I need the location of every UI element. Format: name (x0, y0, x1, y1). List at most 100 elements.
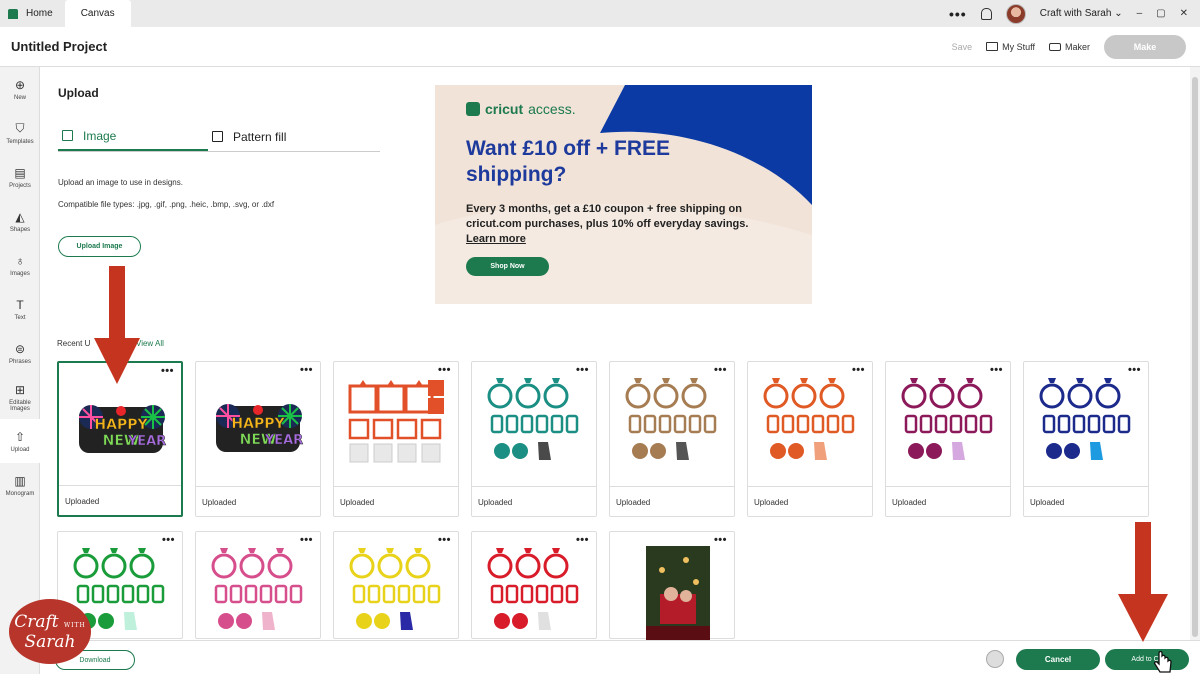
panel-scrollbar[interactable] (1190, 67, 1200, 640)
card-more-icon[interactable]: ••• (576, 534, 589, 546)
user-menu[interactable]: Craft with Sarah ⌄ (1040, 8, 1123, 19)
upload-card[interactable]: ••• Uploaded (333, 361, 459, 517)
upload-card[interactable]: ••• (609, 531, 735, 640)
svg-text:HAPPY: HAPPY (231, 416, 285, 432)
sidebar-item-label: Shapes (9, 226, 31, 233)
sidebar-item-new[interactable]: ⊕ New (0, 67, 40, 111)
sidebar-item-text[interactable]: T Text (0, 287, 40, 331)
machine-icon (1048, 42, 1061, 51)
logo-with: WITH (64, 621, 86, 629)
maximize-button[interactable]: ▢ (1156, 8, 1165, 19)
sidebar-item-shapes[interactable]: ◭ Shapes (0, 199, 40, 243)
minimize-button[interactable]: – (1137, 8, 1143, 19)
sidebar-item-projects[interactable]: ▤ Projects (0, 155, 40, 199)
upload-description: Upload an image to use in designs. (58, 178, 183, 187)
upload-card[interactable]: ••• (471, 531, 597, 639)
card-more-icon[interactable]: ••• (300, 364, 313, 376)
upload-card[interactable]: ••• (333, 531, 459, 639)
upload-card[interactable]: ••• Uploaded (885, 361, 1011, 517)
card-more-icon[interactable]: ••• (852, 364, 865, 376)
card-more-icon[interactable]: ••• (576, 364, 589, 376)
learn-more-link[interactable]: Learn more (466, 233, 526, 245)
card-thumbnail (211, 548, 303, 630)
sidebar-item-upload[interactable]: ⇧ Upload (0, 419, 40, 463)
card-thumbnail (1039, 378, 1131, 460)
tab-pattern-label: Pattern fill (233, 129, 287, 144)
card-thumbnail (487, 378, 579, 460)
card-label: Uploaded (472, 486, 596, 516)
shop-now-button[interactable]: Shop Now (466, 257, 549, 276)
upload-card[interactable]: ••• Uploaded (1023, 361, 1149, 517)
tab-pattern-fill[interactable]: Pattern fill (208, 122, 358, 151)
tab-canvas[interactable]: Canvas (64, 0, 131, 27)
card-label: Uploaded (196, 486, 320, 516)
card-label: Uploaded (1024, 486, 1148, 516)
sidebar-item-label: Projects (9, 182, 31, 189)
chevron-down-icon: ⌄ (1114, 8, 1123, 19)
card-label: Uploaded (748, 486, 872, 516)
panel-title: Upload (58, 86, 99, 100)
sidebar-item-label: Images (10, 270, 30, 277)
more-options-icon[interactable]: ••• (949, 6, 967, 22)
add-to-canvas-button[interactable]: Add to Ca (1105, 649, 1189, 670)
card-thumbnail: HAPPYNEWYEAR (79, 405, 166, 453)
sidebar-item-monogram[interactable]: ▥ Monogram (0, 463, 40, 507)
card-thumbnail (901, 378, 993, 460)
maker-button[interactable]: Maker (1048, 41, 1090, 52)
sidebar-item-editable-images[interactable]: ⊞ Editable Images (0, 375, 40, 419)
project-header: Untitled Project Save My Stuff Maker Mak… (0, 27, 1200, 67)
card-more-icon[interactable]: ••• (438, 364, 451, 376)
upload-card[interactable]: ••• HAPPY NEW YEAR Uploaded (195, 361, 321, 517)
scroll-thumb[interactable] (1192, 77, 1198, 637)
cancel-button[interactable]: Cancel (1016, 649, 1100, 670)
maker-label: Maker (1064, 41, 1090, 52)
shapes-icon: ◭ (15, 209, 25, 224)
tab-home-label: Home (26, 8, 53, 19)
monogram-icon: ▥ (14, 473, 26, 488)
card-thumbnail (646, 546, 710, 640)
tab-image[interactable]: Image (58, 122, 208, 151)
hand-cursor-icon (1153, 650, 1172, 673)
sidebar-item-label: Upload (10, 446, 30, 453)
upload-card[interactable]: ••• Uploaded (609, 361, 735, 517)
card-more-icon[interactable]: ••• (1128, 364, 1141, 376)
save-button[interactable]: Save (952, 42, 973, 52)
ad-body-text: Every 3 months, get a £10 coupon + free … (466, 203, 749, 230)
card-more-icon[interactable]: ••• (438, 534, 451, 546)
tab-canvas-label: Canvas (80, 8, 115, 19)
card-more-icon[interactable]: ••• (161, 365, 174, 377)
upload-card[interactable]: ••• Uploaded (471, 361, 597, 517)
cricut-access-ad[interactable]: cricut access. Want £10 off + FREE shipp… (435, 85, 812, 304)
editable-images-icon: ⊞ (14, 382, 26, 397)
upload-card[interactable]: ••• (195, 531, 321, 639)
make-button[interactable]: Make (1104, 34, 1186, 59)
card-more-icon[interactable]: ••• (714, 364, 727, 376)
user-name: Craft with Sarah (1039, 8, 1112, 19)
sidebar-item-images[interactable]: ♁ Images (0, 243, 40, 287)
user-avatar[interactable] (1005, 3, 1026, 24)
left-sidebar: ⊕ New ⛉ Templates ▤ Projects ◭ Shapes ♁ … (0, 67, 40, 674)
recent-uploads-label: Recent U (57, 339, 91, 348)
card-more-icon[interactable]: ••• (162, 534, 175, 546)
projects-icon: ▤ (14, 165, 26, 180)
view-all-link[interactable]: View All (136, 339, 164, 348)
plus-circle-icon: ⊕ (14, 77, 26, 92)
tab-home[interactable]: Home (0, 0, 65, 27)
bell-icon[interactable] (980, 7, 992, 20)
close-button[interactable]: ✕ (1180, 8, 1188, 19)
tshirt-icon: ⛉ (15, 121, 25, 135)
upload-card[interactable]: ••• Uploaded (747, 361, 873, 517)
my-stuff-button[interactable]: My Stuff (986, 42, 1035, 52)
ad-brand-suffix: access. (528, 101, 576, 117)
card-more-icon[interactable]: ••• (300, 534, 313, 546)
pattern-icon (212, 131, 223, 142)
ad-brand-name: cricut (485, 101, 524, 117)
card-more-icon[interactable]: ••• (990, 364, 1003, 376)
project-title[interactable]: Untitled Project (0, 39, 107, 54)
upload-image-button[interactable]: Upload Image (58, 236, 141, 257)
sidebar-item-templates[interactable]: ⛉ Templates (0, 111, 40, 155)
card-more-icon[interactable]: ••• (714, 534, 727, 546)
cricut-logo-icon (466, 102, 480, 116)
card-thumbnail (348, 380, 444, 463)
sidebar-item-phrases[interactable]: ⊜ Phrases (0, 331, 40, 375)
